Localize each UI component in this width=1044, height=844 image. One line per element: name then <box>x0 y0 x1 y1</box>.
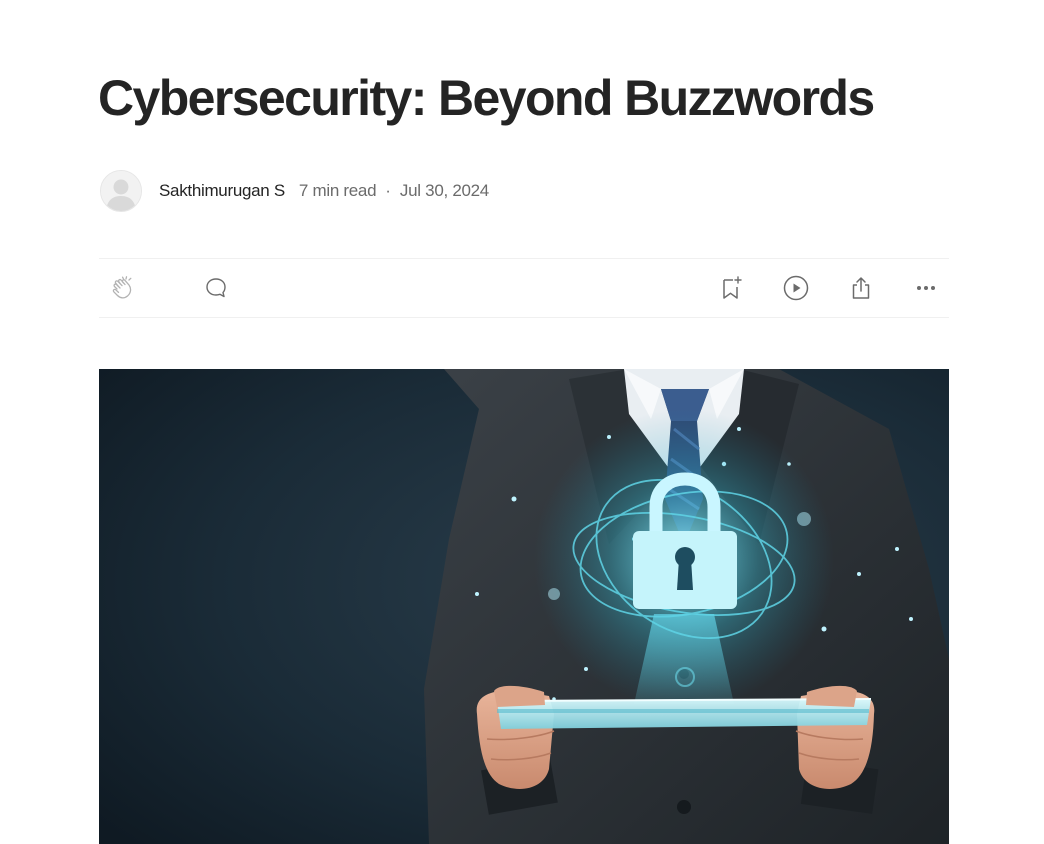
article-page: Cybersecurity: Beyond Buzzwords Sakthimu… <box>0 0 1044 844</box>
share-icon[interactable] <box>846 273 876 303</box>
clap-icon[interactable] <box>108 273 138 303</box>
comment-icon[interactable] <box>201 273 231 303</box>
author-avatar[interactable] <box>100 170 142 212</box>
more-icon[interactable] <box>911 273 941 303</box>
bookmark-add-icon[interactable] <box>716 273 746 303</box>
byline: Sakthimurugan S 7 min read · Jul 30, 202… <box>100 170 489 212</box>
avatar-placeholder-icon <box>101 171 141 211</box>
play-icon[interactable] <box>781 273 811 303</box>
hero-illustration <box>99 369 949 844</box>
article-title: Cybersecurity: Beyond Buzzwords <box>98 70 875 126</box>
publish-date: Jul 30, 2024 <box>399 181 489 200</box>
meta-separator: · <box>385 181 391 200</box>
read-time: 7 min read <box>298 181 377 200</box>
author-name[interactable]: Sakthimurugan S <box>159 181 285 201</box>
hero-image <box>99 369 949 844</box>
article-action-bar <box>99 258 949 318</box>
